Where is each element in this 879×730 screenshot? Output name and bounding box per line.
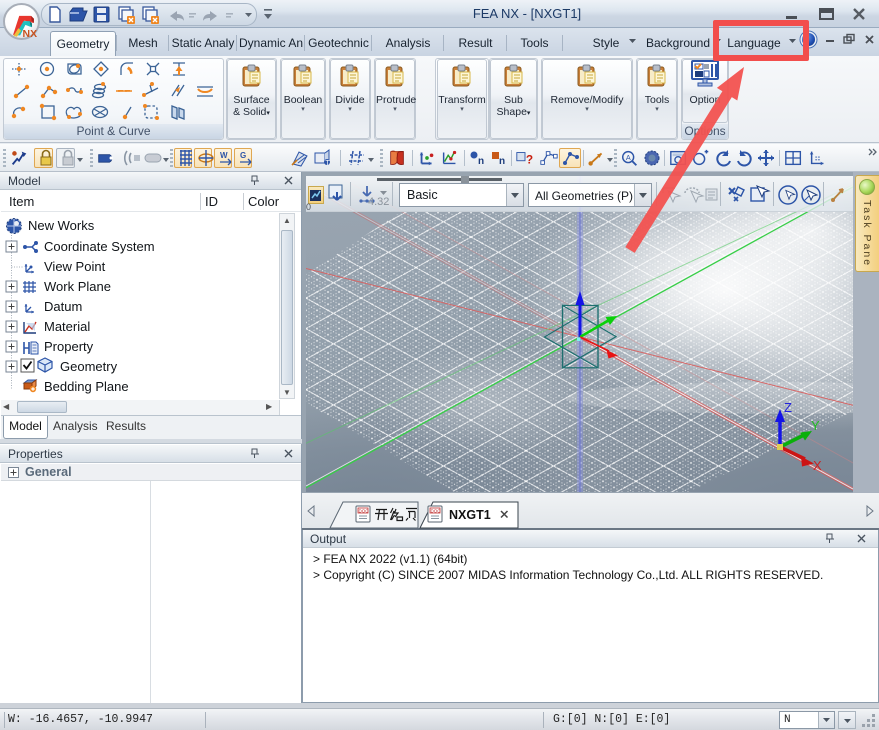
svg-text:NXGT1: NXGT1 bbox=[449, 508, 491, 522]
svg-text:T: T bbox=[325, 160, 330, 167]
svg-text:DOC: DOC bbox=[359, 509, 370, 514]
svg-text:n: n bbox=[499, 156, 505, 167]
svg-text:W: W bbox=[220, 151, 228, 160]
svg-text:G: G bbox=[240, 151, 246, 160]
svg-text:NX: NX bbox=[23, 29, 38, 40]
svg-text:Z: Z bbox=[784, 400, 792, 415]
svg-text:?: ? bbox=[526, 152, 533, 166]
svg-text:X: X bbox=[813, 458, 822, 473]
svg-text:Y: Y bbox=[811, 418, 820, 433]
svg-text:n: n bbox=[478, 156, 484, 167]
svg-text:DOC: DOC bbox=[431, 509, 442, 514]
